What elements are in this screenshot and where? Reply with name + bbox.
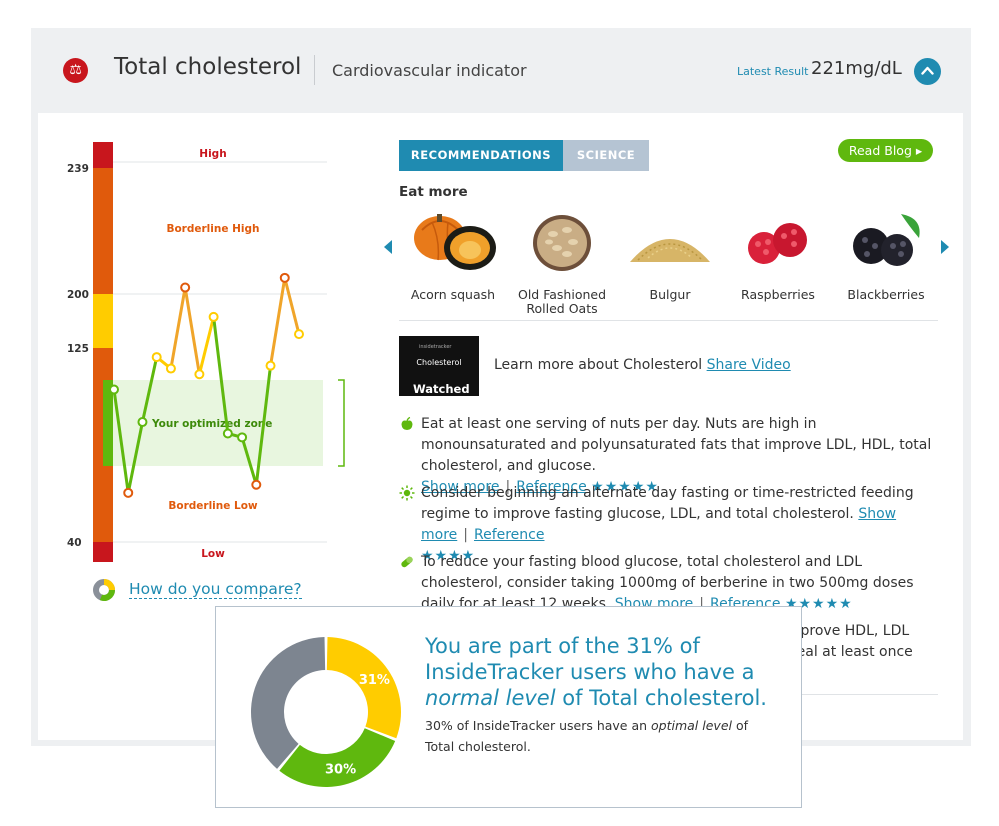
zone-low-band	[93, 542, 113, 562]
data-point	[109, 384, 119, 395]
comparison-detail: 30% of InsideTracker users have an optim…	[425, 715, 765, 757]
read-blog-button[interactable]: Read Blog ▸	[838, 139, 933, 162]
learn-more-label: Learn more about Cholesterol	[494, 357, 703, 373]
recommendation-text: Eat at least one serving of nuts per day…	[421, 416, 932, 474]
data-point	[208, 311, 219, 322]
y-tick-label: 125	[67, 343, 89, 355]
zone-normal-band	[93, 294, 113, 348]
rolled-oats-image	[533, 215, 591, 271]
section-divider	[399, 320, 938, 321]
zone-label: Borderline Low	[168, 500, 258, 512]
sun-icon	[399, 485, 415, 501]
optimized-zone-bracket	[338, 379, 345, 467]
reference-link[interactable]: Reference	[474, 527, 545, 543]
cholesterol-history-chart: 239 200 125 40 High Borderline High Borderline…	[67, 142, 345, 562]
raspberries-image	[748, 223, 807, 264]
donut-icon	[93, 579, 115, 601]
comparison-donut-chart: 31% 30%	[251, 637, 401, 787]
headline-level: normal level	[425, 686, 556, 710]
data-point	[222, 428, 233, 439]
y-tick-label: 40	[67, 537, 82, 549]
series-line-segment	[183, 286, 201, 376]
data-point	[123, 487, 134, 498]
video-title: Cholesterol	[416, 358, 462, 367]
header-divider	[314, 55, 315, 85]
collapse-button[interactable]	[914, 58, 941, 85]
data-point	[237, 432, 248, 443]
comparison-popup: 31% 30% You are part of the 31% of Inside…	[215, 606, 802, 808]
detail-level: optimal level	[651, 718, 732, 733]
page-title: Total cholesterol	[114, 54, 302, 80]
data-point	[151, 352, 162, 363]
latest-result-label: Latest Result	[737, 65, 809, 78]
y-tick-label: 239	[67, 163, 89, 175]
carousel-prev-button[interactable]	[384, 240, 392, 254]
optimized-zone-label: Your optimized zone	[151, 418, 272, 430]
series-line-segment	[197, 315, 216, 376]
donut-slice	[251, 637, 326, 769]
zone-label: Low	[201, 548, 225, 560]
donut-slice	[279, 728, 396, 787]
how-do-you-compare-link[interactable]: How do you compare?	[92, 578, 302, 606]
separator: |	[463, 527, 468, 543]
carousel-next-button[interactable]	[941, 240, 949, 254]
video-thumbnail[interactable]: insidetracker Cholesterol Watched	[399, 336, 479, 396]
panel-header[interactable]: ⚖ Total cholesterol Cardiovascular indic…	[31, 28, 971, 112]
scale-icon: ⚖	[63, 58, 88, 83]
detail-pre: 30% of InsideTracker users have an	[425, 718, 652, 733]
recommendation-text-partial: meal at least once	[783, 644, 913, 660]
chevron-up-icon	[921, 66, 934, 75]
zone-high-band	[93, 142, 113, 168]
y-tick-label: 200	[67, 289, 89, 301]
zone-label: Borderline High	[166, 223, 259, 235]
food-label: Raspberries	[741, 287, 815, 302]
food-item-blackberries[interactable]: Blackberries	[836, 210, 936, 302]
tab-recommendations[interactable]: RECOMMENDATIONS	[399, 140, 563, 171]
series-line-segment	[169, 286, 187, 371]
headline-line1: You are part of the 31% of	[425, 634, 700, 658]
tab-science[interactable]: SCIENCE	[563, 140, 649, 171]
share-video-link[interactable]: Share Video	[707, 357, 791, 373]
data-point	[165, 363, 176, 374]
headline-line2: InsideTracker users who have a	[425, 660, 755, 684]
food-carousel: Acorn squash Old Fashioned Rolled Oats B…	[380, 210, 950, 320]
food-item-acorn-squash[interactable]: Acorn squash	[403, 210, 503, 302]
eat-more-heading: Eat more	[399, 184, 468, 200]
series-line-segment	[269, 276, 287, 368]
zone-label: High	[199, 148, 226, 160]
acorn-squash-image	[414, 214, 496, 270]
food-label: Blackberries	[847, 287, 925, 302]
data-point	[137, 417, 148, 428]
donut-slice-label: 31%	[359, 673, 390, 688]
series-line-segment	[283, 276, 301, 336]
bulgur-image	[630, 239, 710, 262]
learn-more-text: Learn more about Cholesterol Share Video	[494, 357, 791, 373]
blackberries-image	[853, 214, 920, 266]
video-brand: insidetracker	[419, 344, 452, 350]
food-item-raspberries[interactable]: Raspberries	[728, 210, 828, 302]
data-point	[294, 329, 304, 340]
latest-result-value: 221mg/dL	[811, 58, 902, 79]
food-item-rolled-oats[interactable]: Old Fashioned Rolled Oats	[512, 210, 612, 316]
headline-tail: of Total cholesterol.	[555, 686, 767, 710]
page-subtitle: Cardiovascular indicator	[332, 61, 527, 80]
compare-label[interactable]: How do you compare?	[129, 580, 302, 599]
food-item-bulgur[interactable]: Bulgur	[620, 210, 720, 302]
video-watched-badge: Watched	[413, 382, 470, 396]
data-point	[180, 282, 191, 293]
zone-borderline-high-band	[93, 168, 113, 294]
pill-icon	[401, 556, 413, 568]
food-label: Old Fashioned Rolled Oats	[517, 287, 607, 316]
food-label: Bulgur	[649, 287, 691, 302]
food-label: Acorn squash	[410, 287, 496, 302]
data-point	[251, 479, 262, 490]
data-point	[279, 272, 290, 283]
recommendation-text: Consider beginning an alternate day fast…	[421, 485, 914, 522]
donut-slice-label: 30%	[325, 763, 356, 778]
data-point	[194, 369, 205, 380]
comparison-headline: You are part of the 31% of InsideTracker…	[425, 633, 795, 711]
data-point	[265, 360, 276, 371]
apple-icon	[401, 416, 413, 430]
